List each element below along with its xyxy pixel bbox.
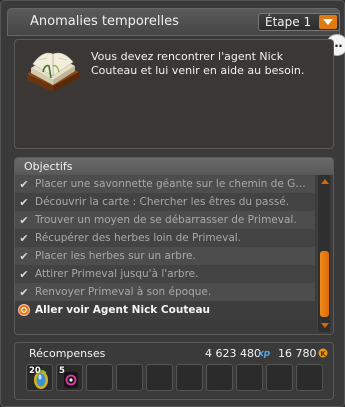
checkmark-icon: ✔ [19,195,29,209]
kamas-icon: K [318,348,328,358]
objective-item: ✔ Placer les herbes sur un arbre. [15,247,315,265]
checkmark-icon: ✔ [19,267,29,281]
checkmark-icon: ✔ [19,249,29,263]
objective-item: ✔ Récupérer des herbes loin de Primeval. [15,229,315,247]
reward-slot-empty [86,364,113,391]
reward-item-slot[interactable]: 20 [26,364,53,391]
reward-slot-empty [206,364,233,391]
svg-text:xp: xp [258,349,271,358]
objectives-scrollbar[interactable] [317,175,330,332]
reward-slot-empty [236,364,263,391]
objective-item: ✔ Placer une savonnette géante sur le ch… [15,175,315,193]
objective-label: Récupérer des herbes loin de Primeval. [35,232,242,244]
objective-label: Aller voir Agent Nick Couteau [35,304,211,316]
chevron-down-icon[interactable] [319,15,337,29]
quest-description-text: Vous devez rencontrer l'agent Nick Coute… [91,50,305,77]
reward-slot-empty [116,364,143,391]
quest-title: Anomalies temporelles [30,14,179,29]
reward-slot-empty [266,364,293,391]
objective-label: Renvoyer Primeval à son époque. [35,286,212,298]
objective-label: Découvrir la carte : Chercher les êtres … [35,196,290,208]
kamas-reward-value: 16 780 [278,347,317,360]
objective-label: Placer les herbes sur un arbre. [35,250,196,262]
xp-reward-value: 4 623 480 [205,347,261,360]
objective-item: ✔ Découvrir la carte : Chercher les être… [15,193,315,211]
objective-item: ✔ Attirer Primeval jusqu'à l'arbre. [15,265,315,283]
rewards-title: Récompenses [29,347,106,360]
reward-slot-empty [176,364,203,391]
title-bar[interactable]: Anomalies temporelles Étape 1 [7,8,340,36]
reward-slot-empty [296,364,323,391]
quest-window: Anomalies temporelles Étape 1 … Vous dev… [0,0,345,407]
quest-marker-icon[interactable] [18,304,30,316]
xp-icon: xp [258,349,271,358]
objective-label: Attirer Primeval jusqu'à l'arbre. [35,268,199,280]
objectives-header: Objectifs [15,158,333,175]
checkmark-icon: ✔ [19,285,29,299]
checkmark-icon: ✔ [19,177,29,191]
quest-description-panel: Vous devez rencontrer l'agent Nick Coute… [14,39,334,149]
objective-item: ✔ Trouver un moyen de se débarrasser de … [15,211,315,229]
book-icon [27,52,79,92]
reward-slot-empty [146,364,173,391]
objective-item: ✔ Renvoyer Primeval à son époque. [15,283,315,301]
scroll-up-icon[interactable] [319,176,330,187]
rewards-panel: Récompenses 4 623 480 xp 16 780 K 20 5 [14,342,334,400]
stage-dropdown-value: Étape 1 [265,15,312,29]
scroll-down-icon[interactable] [319,320,330,331]
reward-slots: 20 5 [26,364,323,391]
objective-label: Placer une savonnette géante sur le chem… [35,178,306,190]
svg-text:K: K [320,350,326,358]
stage-dropdown[interactable]: Étape 1 [258,13,340,31]
item-quantity: 20 [29,366,41,376]
objective-label: Trouver un moyen de se débarrasser de Pr… [35,214,297,226]
checkmark-icon: ✔ [19,231,29,245]
objective-item-active[interactable]: Aller voir Agent Nick Couteau [15,301,315,319]
reward-item-slot[interactable]: 5 [56,364,83,391]
item-quantity: 5 [59,366,65,376]
objectives-panel: Objectifs ✔ Placer une savonnette géante… [14,157,334,335]
objectives-list: ✔ Placer une savonnette géante sur le ch… [15,175,315,319]
scrollbar-thumb[interactable] [320,251,329,317]
checkmark-icon: ✔ [19,213,29,227]
